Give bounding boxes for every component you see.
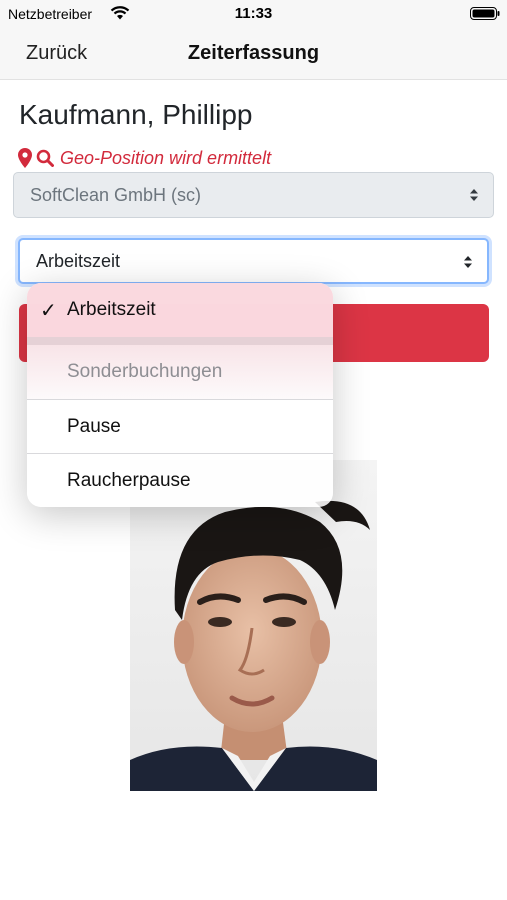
navigation-bar: Zeiterfassung Zurück (0, 30, 507, 80)
menu-item-label: Pause (67, 416, 121, 437)
menu-group-header-sonderbuchungen: Sonderbuchungen (27, 345, 333, 399)
select-arrows-icon (464, 256, 472, 268)
booking-type-select[interactable]: Arbeitszeit (18, 238, 489, 284)
user-name: Kaufmann, Phillipp (19, 99, 253, 130)
search-icon (36, 149, 54, 167)
menu-item-raucherpause[interactable]: Raucherpause (27, 454, 333, 507)
menu-group-label: Sonderbuchungen (67, 361, 223, 382)
booking-type-select-value: Arbeitszeit (36, 250, 121, 271)
company-select-value: SoftClean GmbH (sc) (30, 184, 202, 205)
geo-status-text: Geo-Position wird ermittelt (60, 147, 272, 168)
status-time: 11:33 (234, 5, 273, 22)
menu-item-pause[interactable]: Pause (27, 400, 333, 454)
checkmark-icon: ✓ (40, 300, 57, 322)
menu-group-separator (27, 337, 333, 345)
company-select: SoftClean GmbH (sc) (13, 172, 494, 218)
battery-icon (470, 7, 500, 20)
back-button[interactable]: Zurück (26, 42, 87, 65)
menu-item-label: Arbeitszeit (67, 299, 156, 320)
map-pin-icon (18, 148, 32, 168)
menu-item-arbeitszeit[interactable]: ✓ Arbeitszeit (27, 283, 333, 337)
booking-type-dropdown: ✓ Arbeitszeit Sonderbuchungen Pause Rauc… (27, 283, 333, 507)
menu-item-label: Raucherpause (67, 470, 191, 491)
status-bar: Netzbetreiber 11:33 (0, 0, 507, 30)
employee-photo (130, 460, 377, 791)
employee-photo-image (130, 460, 377, 791)
select-arrows-icon (470, 189, 478, 201)
geo-status: Geo-Position wird ermittelt (18, 147, 271, 169)
